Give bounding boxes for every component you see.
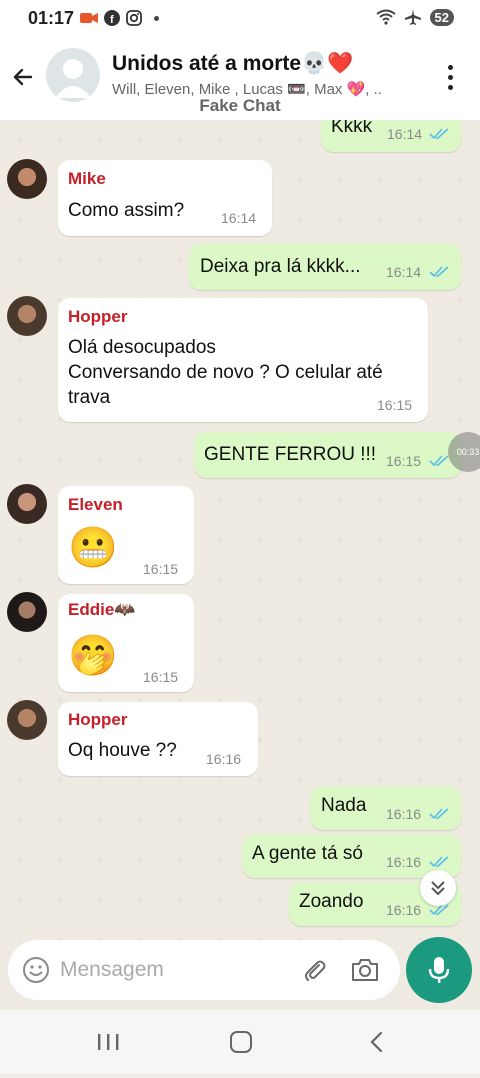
video-recording-icon — [80, 13, 98, 23]
sender-name: Eleven — [68, 495, 123, 514]
floating-timer[interactable]: 00:33 — [448, 432, 480, 472]
message-text: GENTE FERROU !!! — [204, 444, 377, 465]
sender-name: Hopper — [68, 307, 128, 326]
back-nav-icon[interactable] — [366, 1030, 386, 1054]
message-text: Zoando — [299, 891, 364, 912]
message-time: 16:16 — [386, 854, 422, 870]
message-bubble-incoming[interactable]: Hopper Olá desocupados Conversando de no… — [58, 298, 428, 422]
avatar-hopper[interactable] — [7, 296, 47, 336]
avatar-eddie[interactable] — [7, 592, 47, 632]
more-notifications-dot — [154, 15, 159, 21]
sender-name: Hopper — [68, 710, 128, 729]
android-navigation-bar — [0, 1010, 480, 1074]
home-icon[interactable] — [229, 1030, 253, 1054]
sender-name: Eddie🦇 — [68, 600, 136, 619]
menu-dot-icon — [447, 74, 453, 80]
read-receipt-icon — [429, 266, 449, 278]
emoji-grimacing: 😬 — [68, 526, 118, 570]
menu-dot-icon — [447, 64, 453, 70]
message-bubble-outgoing[interactable]: Kkkk 16:14 — [321, 120, 461, 152]
menu-dot-icon — [447, 84, 453, 90]
message-text: Oq houve ?? — [68, 740, 177, 761]
read-receipt-icon — [429, 856, 449, 868]
message-text: Como assim? — [68, 200, 185, 221]
message-time: 16:14 — [387, 126, 423, 142]
group-title[interactable]: Unidos até a morte💀❤️ — [112, 52, 353, 76]
svg-text:f: f — [110, 14, 114, 26]
instagram-icon — [126, 10, 142, 26]
message-time: 16:14 — [221, 210, 257, 226]
message-time: 16:16 — [206, 751, 242, 767]
default-avatar-icon — [55, 59, 91, 98]
message-text: A gente tá só — [252, 843, 363, 864]
back-button[interactable] — [8, 62, 38, 92]
read-receipt-icon — [429, 808, 449, 820]
message-time: 16:15 — [143, 669, 179, 685]
battery-indicator: 52 — [429, 8, 454, 26]
message-composer: Mensagem — [8, 940, 400, 1000]
notification-icons: f — [80, 10, 159, 26]
message-bubble-incoming[interactable]: Hopper Oq houve ?? 16:16 — [58, 702, 258, 776]
message-input[interactable]: Mensagem — [60, 958, 164, 982]
emoji-hand-over-mouth: 🤭 — [68, 634, 118, 678]
message-time: 16:16 — [386, 806, 422, 822]
message-time: 16:15 — [386, 453, 422, 469]
system-icons: 52 — [375, 8, 454, 26]
avatar-eleven[interactable] — [7, 484, 47, 524]
message-text: Deixa pra lá kkkk... — [200, 256, 361, 277]
message-text-line: Olá desocupados — [68, 337, 216, 358]
microphone-icon — [428, 957, 450, 983]
message-list[interactable]: Kkkk 16:14 Mike Como assim? 16:14 Deixa … — [0, 120, 480, 940]
wifi-calling-icon — [375, 9, 396, 25]
avatar-mike[interactable] — [7, 159, 47, 199]
chat-header: Unidos até a morte💀❤️ Will, Eleven, Mike… — [0, 40, 480, 120]
message-time: 16:16 — [386, 902, 422, 918]
voice-message-button[interactable] — [406, 937, 472, 1003]
whatsapp-chat-screen: 01:17 f 52 Unidos até a morte💀❤️ Will, E… — [0, 0, 480, 1078]
clock: 01:17 — [28, 8, 75, 28]
message-text-line: trava — [68, 387, 111, 408]
camera-icon[interactable] — [350, 957, 380, 983]
scroll-to-bottom-button[interactable] — [420, 870, 456, 906]
message-bubble-outgoing[interactable]: Deixa pra lá kkkk... 16:14 — [189, 244, 461, 290]
airplane-mode-icon — [404, 9, 421, 25]
message-bubble-outgoing[interactable]: GENTE FERROU !!! 16:15 — [194, 432, 461, 478]
message-bubble-incoming[interactable]: Eleven 😬 16:15 — [58, 486, 194, 584]
message-text: Nada — [321, 795, 367, 816]
facebook-icon: f — [104, 10, 120, 26]
arrow-left-icon — [13, 68, 33, 86]
message-bubble-incoming[interactable]: Eddie🦇 🤭 16:15 — [58, 594, 194, 692]
sender-name: Mike — [68, 169, 106, 188]
message-bubble-outgoing[interactable]: Nada 16:16 — [310, 786, 461, 830]
message-bubble-incoming[interactable]: Mike Como assim? 16:14 — [58, 160, 272, 236]
double-chevron-down-icon — [431, 881, 445, 896]
read-receipt-icon — [429, 455, 449, 467]
message-text: Kkkk — [331, 120, 373, 137]
message-time: 16:15 — [377, 397, 413, 413]
menu-button[interactable] — [438, 62, 462, 92]
status-bar: 01:17 f 52 — [0, 0, 480, 40]
read-receipt-icon — [429, 128, 449, 140]
message-time: 16:14 — [386, 264, 422, 280]
group-avatar[interactable] — [46, 48, 100, 102]
fake-chat-watermark: Fake Chat — [199, 96, 281, 115]
recent-apps-icon[interactable] — [96, 1032, 120, 1052]
emoji-icon[interactable] — [22, 956, 50, 984]
avatar-hopper[interactable] — [7, 700, 47, 740]
attachment-icon[interactable] — [300, 956, 328, 984]
message-time: 16:15 — [143, 561, 179, 577]
message-text-line: Conversando de novo ? O celular até — [68, 362, 383, 383]
